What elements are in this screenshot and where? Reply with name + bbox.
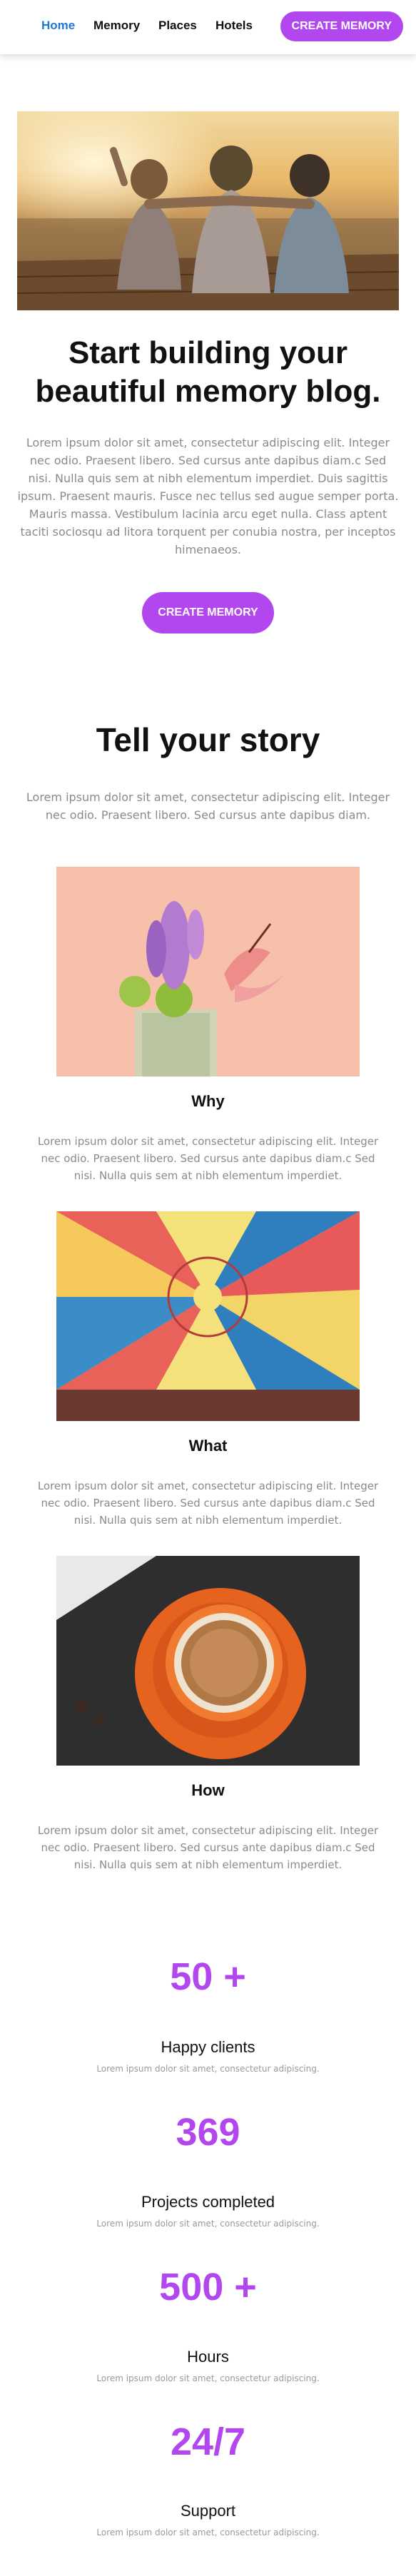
stat-happy-clients-label: Happy clients (161, 2038, 255, 2056)
stat-happy-clients-value: 50 + (170, 1955, 246, 1998)
hero-title-line-1: Start building your (68, 335, 348, 370)
stat-hours-label: Hours (187, 2348, 229, 2366)
story-title: Tell your story (96, 721, 320, 758)
why-card-image (56, 867, 360, 1076)
nav-create-memory-button[interactable]: CREATE MEMORY (280, 11, 403, 41)
what-card-title: What (188, 1437, 228, 1455)
stat-hours-subtext: Lorem ipsum dolor sit amet, consectetur … (96, 2373, 320, 2383)
how-card-image (56, 1556, 360, 1766)
stat-projects-label: Projects completed (141, 2193, 275, 2211)
nav-places-link[interactable]: Places (158, 19, 197, 33)
hero-paragraph: Lorem ipsum dolor sit amet, consectetur … (17, 436, 399, 556)
hero-image (17, 111, 399, 310)
nav-home-link[interactable]: Home (41, 19, 75, 33)
top-navigation: Home Memory Places Hotels CREATE MEMORY (0, 0, 416, 54)
hero-title-line-2: beautiful memory blog. (35, 374, 381, 409)
hero-create-memory-button[interactable]: CREATE MEMORY (142, 592, 274, 633)
what-card-image (56, 1211, 360, 1421)
stat-support-label: Support (180, 2502, 236, 2520)
nav-memory-link[interactable]: Memory (93, 19, 140, 33)
what-card-text: Lorem ipsum dolor sit amet, consectetur … (37, 1480, 379, 1527)
nav-hotels-link[interactable]: Hotels (215, 19, 253, 33)
why-card-title: Why (191, 1092, 225, 1110)
how-card-text: Lorem ipsum dolor sit amet, consectetur … (37, 1824, 379, 1871)
stat-hours-value: 500 + (159, 2266, 257, 2308)
why-card-text: Lorem ipsum dolor sit amet, consectetur … (37, 1135, 379, 1182)
how-card-title: How (191, 1781, 225, 1799)
stat-happy-clients-subtext: Lorem ipsum dolor sit amet, consectetur … (96, 2064, 320, 2074)
stat-support-value: 24/7 (170, 2420, 246, 2463)
stat-support-subtext: Lorem ipsum dolor sit amet, consectetur … (96, 2527, 320, 2537)
stat-projects-subtext: Lorem ipsum dolor sit amet, consectetur … (96, 2219, 320, 2229)
story-paragraph: Lorem ipsum dolor sit amet, consectetur … (26, 790, 390, 822)
stat-projects-value: 369 (176, 2111, 240, 2154)
